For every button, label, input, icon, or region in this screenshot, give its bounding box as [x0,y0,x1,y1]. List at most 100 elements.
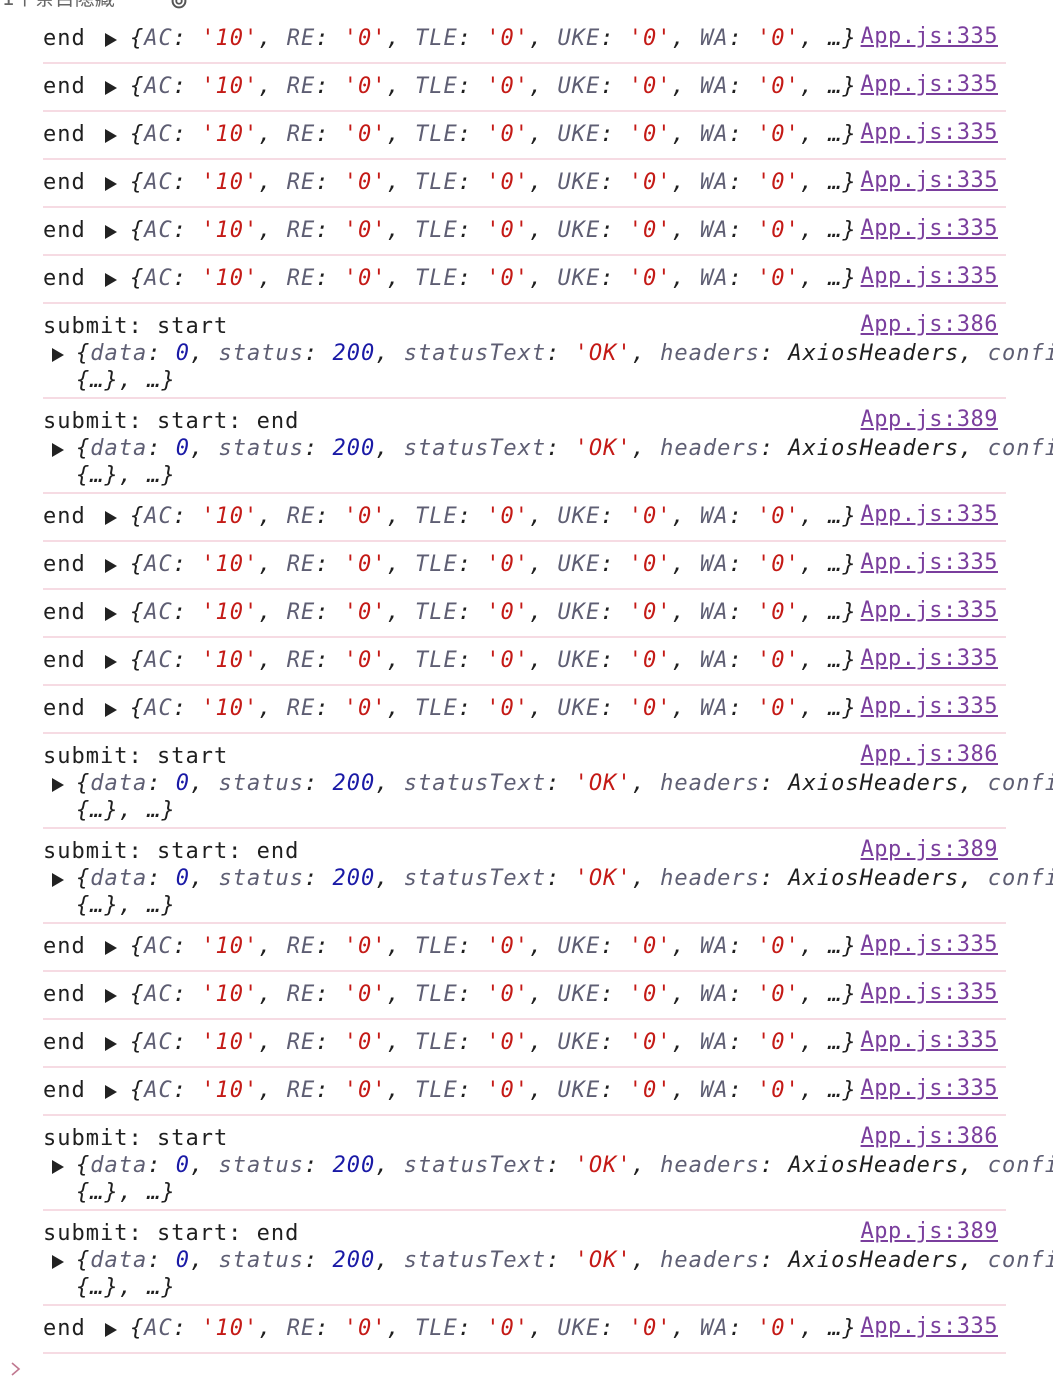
log-object-preview[interactable]: {data: 0, status: 200, statusText: 'OK',… [76,435,1053,489]
object-segment: : [546,771,575,796]
expand-triangle-icon[interactable] [105,1323,117,1337]
object-segment: : [147,866,176,891]
expand-triangle-icon[interactable] [105,607,117,621]
object-segment: statusText [403,436,547,461]
object-segment: : [147,1153,176,1178]
expand-triangle-icon[interactable] [105,177,117,191]
log-object-preview[interactable]: {data: 0, status: 200, statusText: 'OK',… [76,1247,1053,1301]
expand-triangle-icon[interactable] [52,1255,64,1269]
object-segment: : [147,341,176,366]
log-object-preview[interactable]: {AC: '10', RE: '0', TLE: '0', UKE: '0', … [130,122,857,147]
object-segment: : [303,1248,333,1273]
expand-triangle-icon[interactable] [52,348,64,362]
object-segment: data [90,866,148,891]
object-value: '0' [628,648,672,673]
source-link[interactable]: App.js:335 [861,550,998,575]
object-key: RE [286,170,316,195]
object-value: '10' [201,1316,259,1341]
log-object-preview[interactable]: {AC: '10', RE: '0', TLE: '0', UKE: '0', … [130,218,857,243]
source-link[interactable]: App.js:335 [861,694,998,719]
source-link[interactable]: App.js:335 [861,598,998,623]
object-segment: : [303,436,333,461]
log-object-preview[interactable]: {AC: '10', RE: '0', TLE: '0', UKE: '0', … [130,266,857,291]
log-label: end [43,552,86,577]
log-object-preview[interactable]: {AC: '10', RE: '0', TLE: '0', UKE: '0', … [130,1078,857,1103]
source-link[interactable]: App.js:335 [861,24,998,49]
object-tail: …} [828,266,857,291]
object-open-brace: { [130,170,145,195]
object-value: '0' [756,1078,800,1103]
expand-triangle-icon[interactable] [52,778,64,792]
chevron-right-icon[interactable] [10,1362,22,1376]
object-segment: data [90,436,148,461]
expand-triangle-icon[interactable] [52,443,64,457]
source-link[interactable]: App.js:386 [861,312,998,337]
object-segment: status [218,866,304,891]
object-value: '0' [756,600,800,625]
log-object-preview[interactable]: {AC: '10', RE: '0', TLE: '0', UKE: '0', … [130,170,857,195]
source-link[interactable]: App.js:389 [861,837,998,862]
object-tail: …} [828,1078,857,1103]
expand-triangle-icon[interactable] [105,989,117,1003]
log-object-preview[interactable]: {data: 0, status: 200, statusText: 'OK',… [76,865,1053,919]
expand-triangle-icon[interactable] [105,33,117,47]
source-link[interactable]: App.js:335 [861,264,998,289]
source-link[interactable]: App.js:386 [861,1124,998,1149]
log-object-preview[interactable]: {AC: '10', RE: '0', TLE: '0', UKE: '0', … [130,26,857,51]
source-link[interactable]: App.js:335 [861,980,998,1005]
object-value: '10' [201,218,259,243]
object-value: '10' [201,74,259,99]
source-link[interactable]: App.js:335 [861,932,998,957]
source-link[interactable]: App.js:335 [861,216,998,241]
source-link[interactable]: App.js:335 [861,72,998,97]
log-object-preview[interactable]: {data: 0, status: 200, statusText: 'OK',… [76,1152,1053,1206]
object-segment: : [546,341,575,366]
object-segment: statusText [403,1153,547,1178]
log-object-preview[interactable]: {AC: '10', RE: '0', TLE: '0', UKE: '0', … [130,1316,857,1341]
expand-triangle-icon[interactable] [105,81,117,95]
expand-triangle-icon[interactable] [105,703,117,717]
expand-triangle-icon[interactable] [105,129,117,143]
object-segment: 0 [175,436,190,461]
object-value: '10' [201,504,259,529]
source-link[interactable]: App.js:386 [861,742,998,767]
expand-triangle-icon[interactable] [105,1085,117,1099]
source-link[interactable]: App.js:335 [861,502,998,527]
object-segment: 200 [332,1248,376,1273]
expand-triangle-icon[interactable] [105,225,117,239]
expand-triangle-icon[interactable] [52,873,64,887]
log-object-preview[interactable]: {AC: '10', RE: '0', TLE: '0', UKE: '0', … [130,504,857,529]
object-segment: 'OK' [574,1248,632,1273]
log-object-preview[interactable]: {AC: '10', RE: '0', TLE: '0', UKE: '0', … [130,1030,857,1055]
log-object-preview[interactable]: {data: 0, status: 200, statusText: 'OK',… [76,340,1053,394]
expand-triangle-icon[interactable] [105,1037,117,1051]
source-link[interactable]: App.js:335 [861,1028,998,1053]
log-object-preview[interactable]: {AC: '10', RE: '0', TLE: '0', UKE: '0', … [130,74,857,99]
log-object-preview[interactable]: {AC: '10', RE: '0', TLE: '0', UKE: '0', … [130,648,857,673]
expand-triangle-icon[interactable] [105,941,117,955]
expand-triangle-icon[interactable] [105,559,117,573]
source-link[interactable]: App.js:389 [861,1219,998,1244]
log-object-preview[interactable]: {AC: '10', RE: '0', TLE: '0', UKE: '0', … [130,552,857,577]
source-link[interactable]: App.js:335 [861,1076,998,1101]
expand-triangle-icon[interactable] [52,1160,64,1174]
expand-triangle-icon[interactable] [105,511,117,525]
object-key: TLE [414,1030,458,1055]
expand-triangle-icon[interactable] [105,273,117,287]
log-object-preview[interactable]: {data: 0, status: 200, statusText: 'OK',… [76,770,1053,824]
source-link[interactable]: App.js:335 [861,168,998,193]
object-key: WA [699,170,729,195]
hidden-entries-text[interactable]: 1个条目隐藏 [2,0,115,10]
object-value: '0' [486,122,529,147]
gear-icon[interactable] [168,0,190,12]
log-label: end [43,982,86,1007]
log-object-preview[interactable]: {AC: '10', RE: '0', TLE: '0', UKE: '0', … [130,696,857,721]
source-link[interactable]: App.js:389 [861,407,998,432]
expand-triangle-icon[interactable] [105,655,117,669]
log-object-preview[interactable]: {AC: '10', RE: '0', TLE: '0', UKE: '0', … [130,982,857,1007]
source-link[interactable]: App.js:335 [861,1314,998,1339]
log-object-preview[interactable]: {AC: '10', RE: '0', TLE: '0', UKE: '0', … [130,934,857,959]
log-object-preview[interactable]: {AC: '10', RE: '0', TLE: '0', UKE: '0', … [130,600,857,625]
source-link[interactable]: App.js:335 [861,120,998,145]
source-link[interactable]: App.js:335 [861,646,998,671]
